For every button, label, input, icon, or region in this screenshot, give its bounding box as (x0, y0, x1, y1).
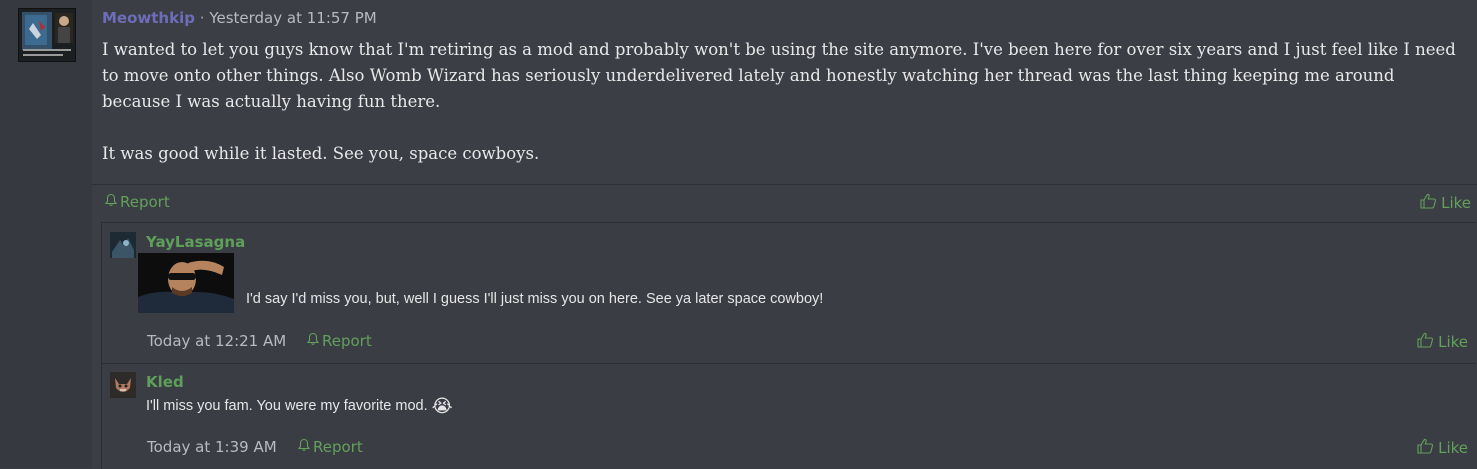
like-label: Like (1438, 333, 1468, 351)
comment-item: Kled I'll miss you fam. You were my favo… (102, 364, 1476, 469)
comment-author[interactable]: Kled (146, 373, 184, 391)
comment-text: I'd say I'd miss you, but, well I guess … (246, 291, 824, 307)
message-header: Meowthkip · Yesterday at 11:57 PM (102, 9, 377, 27)
post-paragraph: I wanted to let you guys know that I'm r… (102, 40, 1456, 111)
bell-icon (306, 332, 320, 350)
comment-like-button[interactable]: Like (1417, 438, 1468, 458)
comment-item: YayLasagna I'd say I'd miss you, but, we… (102, 223, 1476, 364)
thumbs-up-icon (1417, 438, 1434, 458)
comment-avatar[interactable] (110, 372, 136, 398)
comment-report-button[interactable]: Report (306, 332, 372, 350)
avatar[interactable] (18, 8, 76, 62)
post-action-bar: Report Like (92, 184, 1477, 219)
report-label: Report (120, 193, 170, 211)
comments-section: YayLasagna I'd say I'd miss you, but, we… (101, 222, 1476, 469)
post-body: I wanted to let you guys know that I'm r… (102, 37, 1467, 167)
post-author[interactable]: Meowthkip (102, 9, 195, 27)
comment-report-button[interactable]: Report (297, 438, 363, 456)
comment-text-wrap: I'll miss you fam. You were my favorite … (146, 396, 453, 416)
comment-timestamp[interactable]: Today at 12:21 AM (147, 332, 286, 350)
report-label: Report (313, 438, 363, 456)
post-timestamp[interactable]: Yesterday at 11:57 PM (209, 9, 376, 27)
bell-icon (297, 438, 311, 456)
thumbs-up-icon (1420, 193, 1437, 213)
crying-emoji-icon: 😭 (431, 396, 453, 416)
like-label: Like (1438, 439, 1468, 457)
comment-timestamp[interactable]: Today at 1:39 AM (147, 438, 277, 456)
thumbs-up-icon (1417, 332, 1434, 352)
avatar-column (0, 0, 92, 468)
comment-avatar[interactable] (110, 232, 136, 258)
header-separator: · (199, 9, 205, 27)
bell-icon (104, 193, 118, 211)
post-paragraph: It was good while it lasted. See you, sp… (102, 144, 540, 163)
like-label: Like (1441, 194, 1471, 212)
like-button[interactable]: Like (1420, 193, 1471, 213)
comment-author[interactable]: YayLasagna (146, 233, 245, 251)
report-button[interactable]: Report (104, 193, 170, 211)
report-label: Report (322, 332, 372, 350)
comment-text: I'll miss you fam. You were my favorite … (146, 398, 428, 414)
comment-image (138, 253, 234, 313)
message-container: Meowthkip · Yesterday at 11:57 PM I want… (92, 0, 1477, 469)
comment-like-button[interactable]: Like (1417, 332, 1468, 352)
